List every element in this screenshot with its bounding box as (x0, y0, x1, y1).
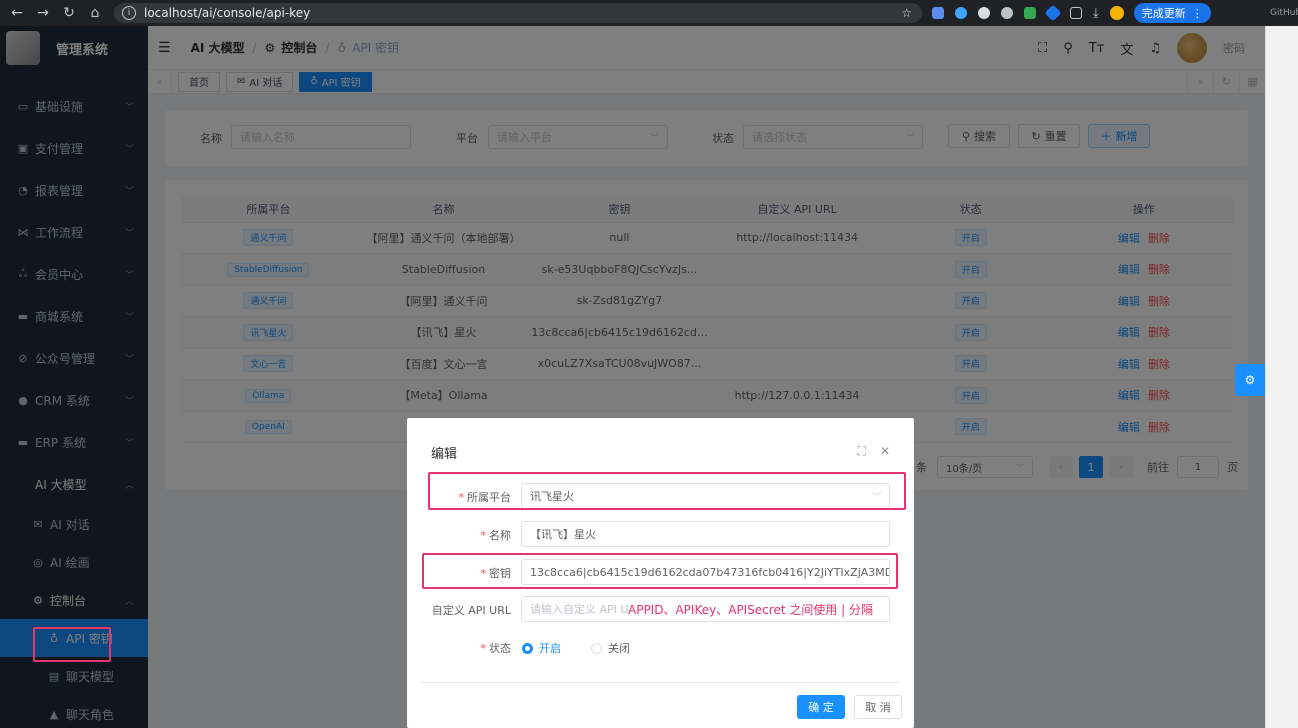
extension-icon[interactable] (932, 7, 944, 19)
cancel-button[interactable]: 取 消 (854, 695, 902, 719)
name-label: * 名称 (480, 529, 512, 542)
url-text: localhost/ai/console/api-key (144, 6, 311, 20)
dialog-title: 编辑 (431, 447, 458, 462)
status-off-radio[interactable] (591, 642, 602, 654)
home-icon[interactable]: ⌂ (84, 5, 106, 21)
status-off-label[interactable]: 关闭 (608, 640, 630, 656)
forward-icon[interactable]: → (32, 5, 54, 21)
sidebar-highlight (33, 627, 111, 662)
github-link[interactable]: GitHub (1270, 8, 1298, 18)
bookmark-star-icon[interactable]: ☆ (901, 6, 912, 20)
fullscreen-icon[interactable]: ⛶ (858, 444, 866, 459)
more-vert-icon: ⋮ (1191, 6, 1203, 20)
browser-toolbar: ← → ↻ ⌂ i localhost/ai/console/api-key ☆… (0, 0, 1298, 26)
platform-highlight (428, 472, 906, 510)
site-info-icon[interactable]: i (122, 6, 136, 20)
update-button[interactable]: 完成更新 ⋮ (1133, 3, 1211, 23)
dialog-divider (421, 682, 900, 683)
reload-icon[interactable]: ↻ (58, 5, 80, 21)
name-field[interactable]: 【讯飞】星火 (521, 521, 890, 547)
confirm-button[interactable]: 确 定 (797, 695, 845, 719)
gear-icon: ⚙ (1244, 373, 1256, 387)
status-radio-group: 开启 关闭 (522, 640, 630, 656)
browser-nav: ← → ↻ ⌂ (0, 5, 106, 21)
dialog-tools: ⛶ ✕ (858, 444, 890, 459)
annotation-text: APPID、APIKey、APISecret 之间使用 | 分隔 (628, 601, 878, 618)
settings-float-button[interactable]: ⚙ (1235, 364, 1265, 396)
url-label: 自定义 API URL (431, 604, 511, 617)
puzzle-icon[interactable] (1070, 7, 1082, 19)
extension-icon[interactable] (955, 7, 967, 19)
download-icon[interactable]: ⤓ (1093, 6, 1099, 21)
status-on-label[interactable]: 开启 (539, 640, 561, 656)
key-highlight (422, 553, 898, 589)
status-on-radio[interactable] (522, 642, 533, 654)
extension-icon[interactable] (1001, 7, 1013, 19)
address-bar[interactable]: i localhost/ai/console/api-key ☆ (114, 3, 922, 23)
extensions-bar: ⤓ (932, 4, 1124, 22)
back-icon[interactable]: ← (6, 5, 28, 21)
profile-icon[interactable] (1109, 6, 1124, 20)
side-panel (1265, 26, 1298, 728)
extension-icon[interactable] (1024, 7, 1036, 19)
status-label: * 状态 (480, 642, 512, 655)
extension-icon[interactable] (1044, 4, 1062, 22)
close-icon[interactable]: ✕ (880, 444, 890, 459)
extension-icon[interactable] (978, 7, 990, 19)
